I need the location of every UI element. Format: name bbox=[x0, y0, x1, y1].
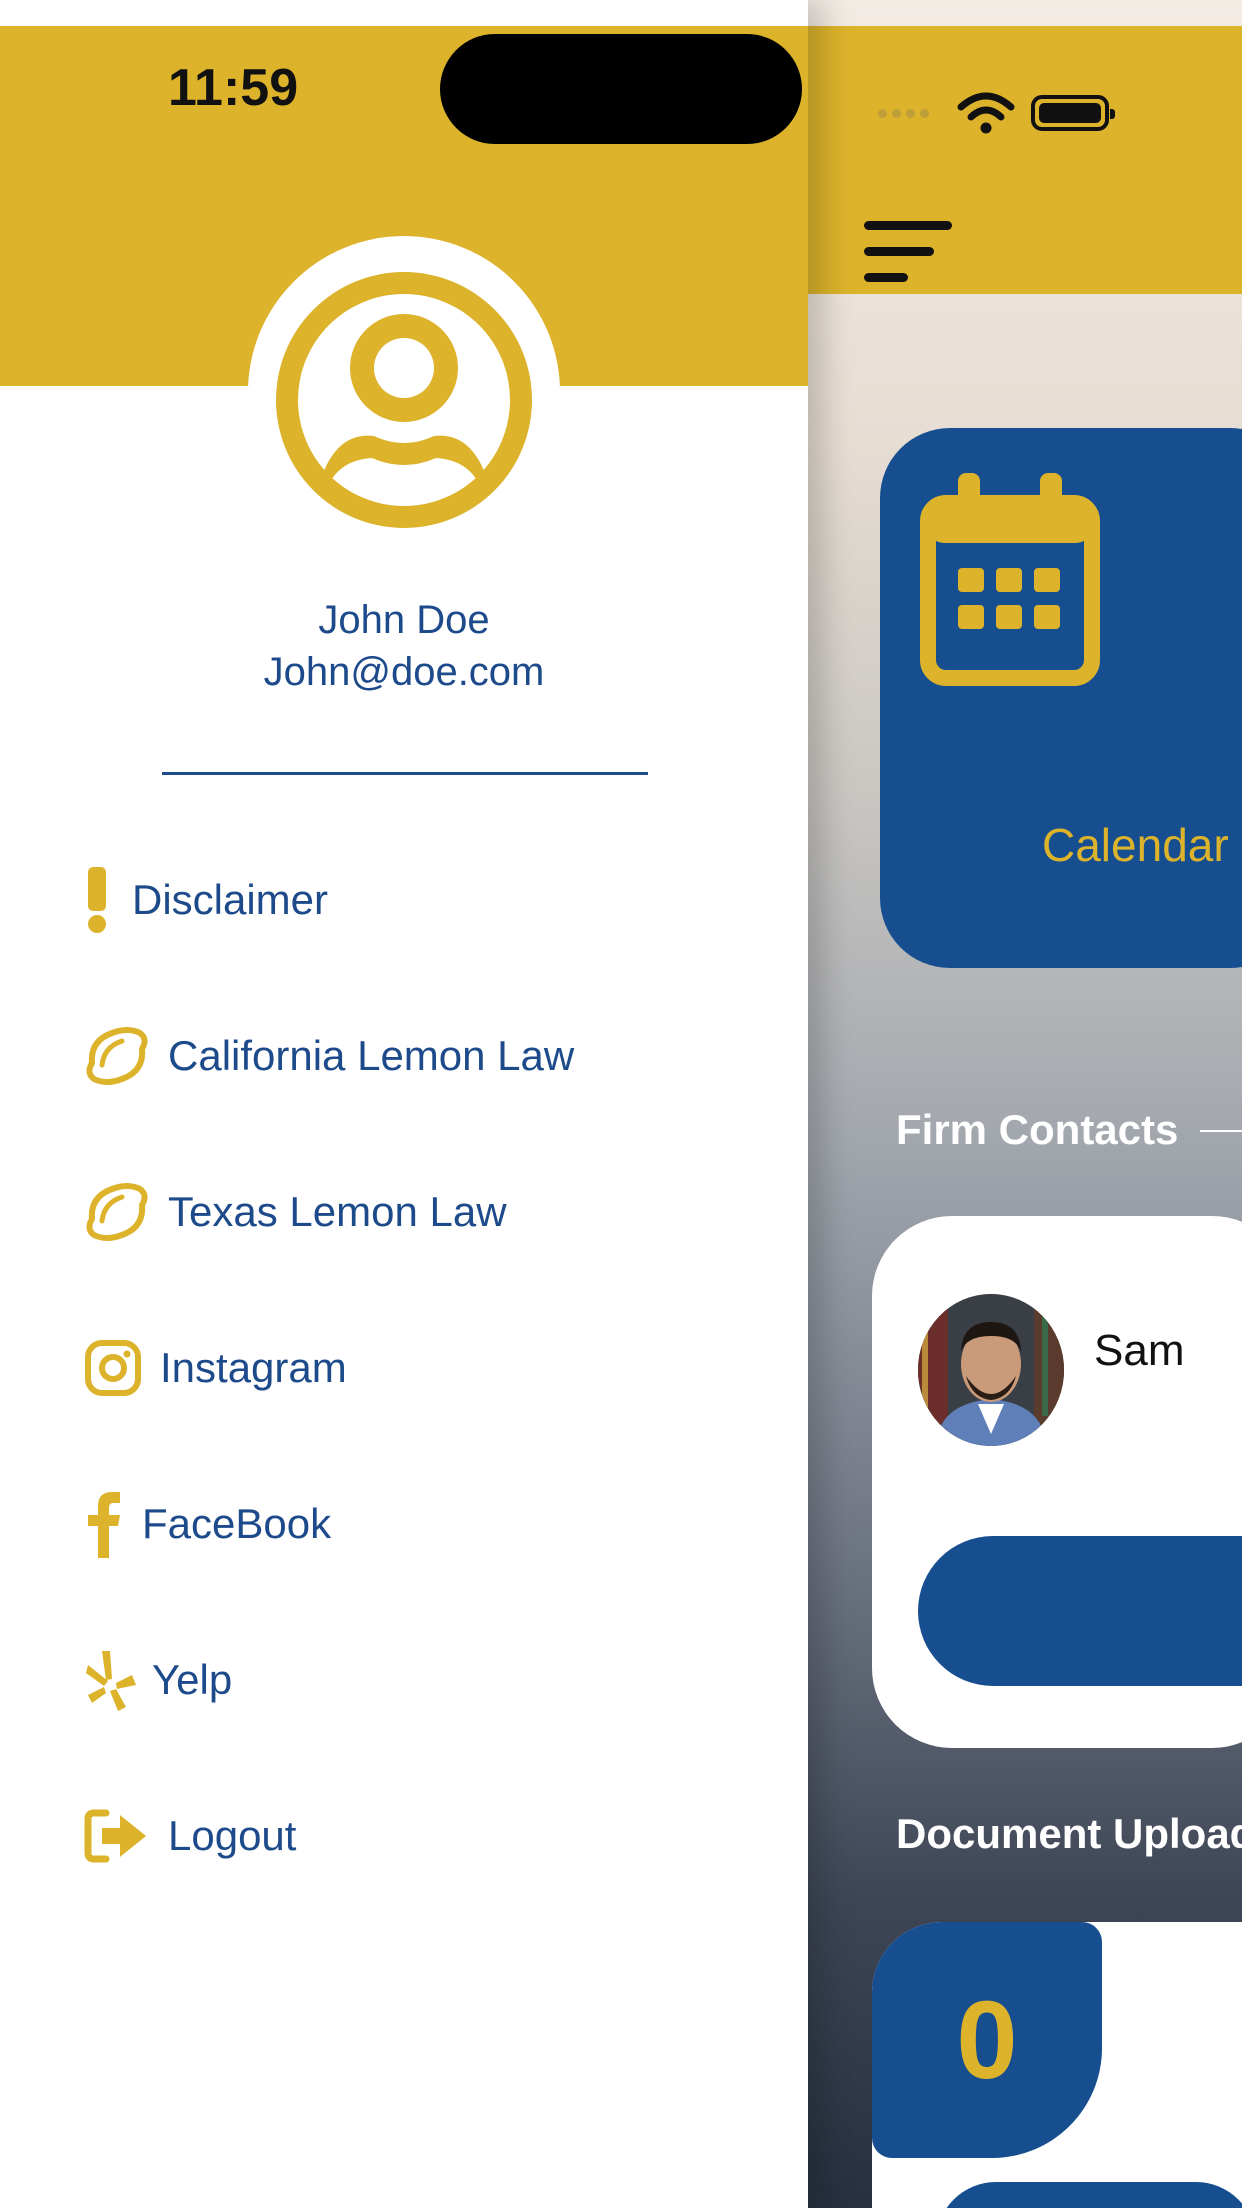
drawer-divider bbox=[162, 772, 648, 775]
dynamic-island bbox=[440, 34, 802, 144]
section-divider bbox=[1200, 1130, 1242, 1132]
status-bar-right bbox=[878, 88, 1115, 138]
logout-icon bbox=[84, 1809, 148, 1863]
calendar-label: Calendar bbox=[1042, 819, 1229, 871]
hamburger-menu-icon[interactable] bbox=[864, 221, 954, 285]
yelp-icon bbox=[84, 1649, 136, 1711]
side-drawer: 11:59 John Doe John@doe.com Disclaimer C… bbox=[0, 0, 808, 2208]
user-name: John Doe bbox=[318, 598, 490, 642]
menu-label-california-lemon-law: California Lemon Law bbox=[168, 1032, 575, 1079]
exclamation-icon bbox=[84, 867, 110, 933]
lemon-icon bbox=[84, 1023, 150, 1089]
contact-photo bbox=[918, 1294, 1064, 1446]
battery-icon bbox=[1031, 95, 1115, 131]
menu-label-yelp: Yelp bbox=[152, 1656, 233, 1703]
user-avatar-icon bbox=[276, 272, 532, 528]
document-upload-button[interactable] bbox=[936, 2182, 1242, 2208]
menu-item-facebook[interactable]: FaceBook bbox=[84, 1484, 331, 1564]
menu-label-instagram: Instagram bbox=[160, 1344, 347, 1391]
firm-contacts-title: Firm Contacts bbox=[896, 1106, 1179, 1153]
document-count-badge: 0 bbox=[872, 1922, 1102, 2158]
calendar-icon bbox=[920, 473, 1100, 686]
profile-avatar[interactable] bbox=[248, 236, 560, 548]
status-time: 11:59 bbox=[168, 59, 299, 117]
user-email: John@doe.com bbox=[263, 650, 545, 694]
contact-avatar bbox=[918, 1294, 1064, 1446]
document-count: 0 bbox=[956, 1978, 1018, 2102]
contact-name: Sam bbox=[1094, 1326, 1185, 1375]
menu-item-instagram[interactable]: Instagram bbox=[84, 1328, 347, 1408]
app-header bbox=[808, 26, 1242, 294]
contact-action-button[interactable] bbox=[918, 1536, 1242, 1686]
lemon-icon bbox=[84, 1179, 150, 1245]
facebook-icon bbox=[84, 1490, 124, 1558]
menu-item-california-lemon-law[interactable]: California Lemon Law bbox=[84, 1016, 574, 1096]
menu-label-texas-lemon-law: Texas Lemon Law bbox=[168, 1188, 507, 1235]
menu-label-logout: Logout bbox=[168, 1812, 297, 1859]
instagram-icon bbox=[84, 1339, 142, 1397]
menu-item-logout[interactable]: Logout bbox=[84, 1796, 296, 1876]
menu-item-texas-lemon-law[interactable]: Texas Lemon Law bbox=[84, 1172, 507, 1252]
document-uploads-title: Document Uploads bbox=[896, 1810, 1242, 1857]
menu-item-disclaimer[interactable]: Disclaimer bbox=[84, 860, 328, 940]
wifi-icon bbox=[957, 92, 1015, 134]
signal-icon bbox=[878, 108, 929, 118]
calendar-card[interactable]: Calendar bbox=[880, 428, 1242, 968]
contact-card[interactable]: Sam bbox=[872, 1216, 1242, 1748]
menu-label-disclaimer: Disclaimer bbox=[132, 876, 329, 923]
menu-item-yelp[interactable]: Yelp bbox=[84, 1640, 232, 1720]
menu-label-facebook: FaceBook bbox=[142, 1500, 332, 1547]
main-screen: Calendar Firm Contacts Sam Document Uplo… bbox=[808, 0, 1242, 2208]
